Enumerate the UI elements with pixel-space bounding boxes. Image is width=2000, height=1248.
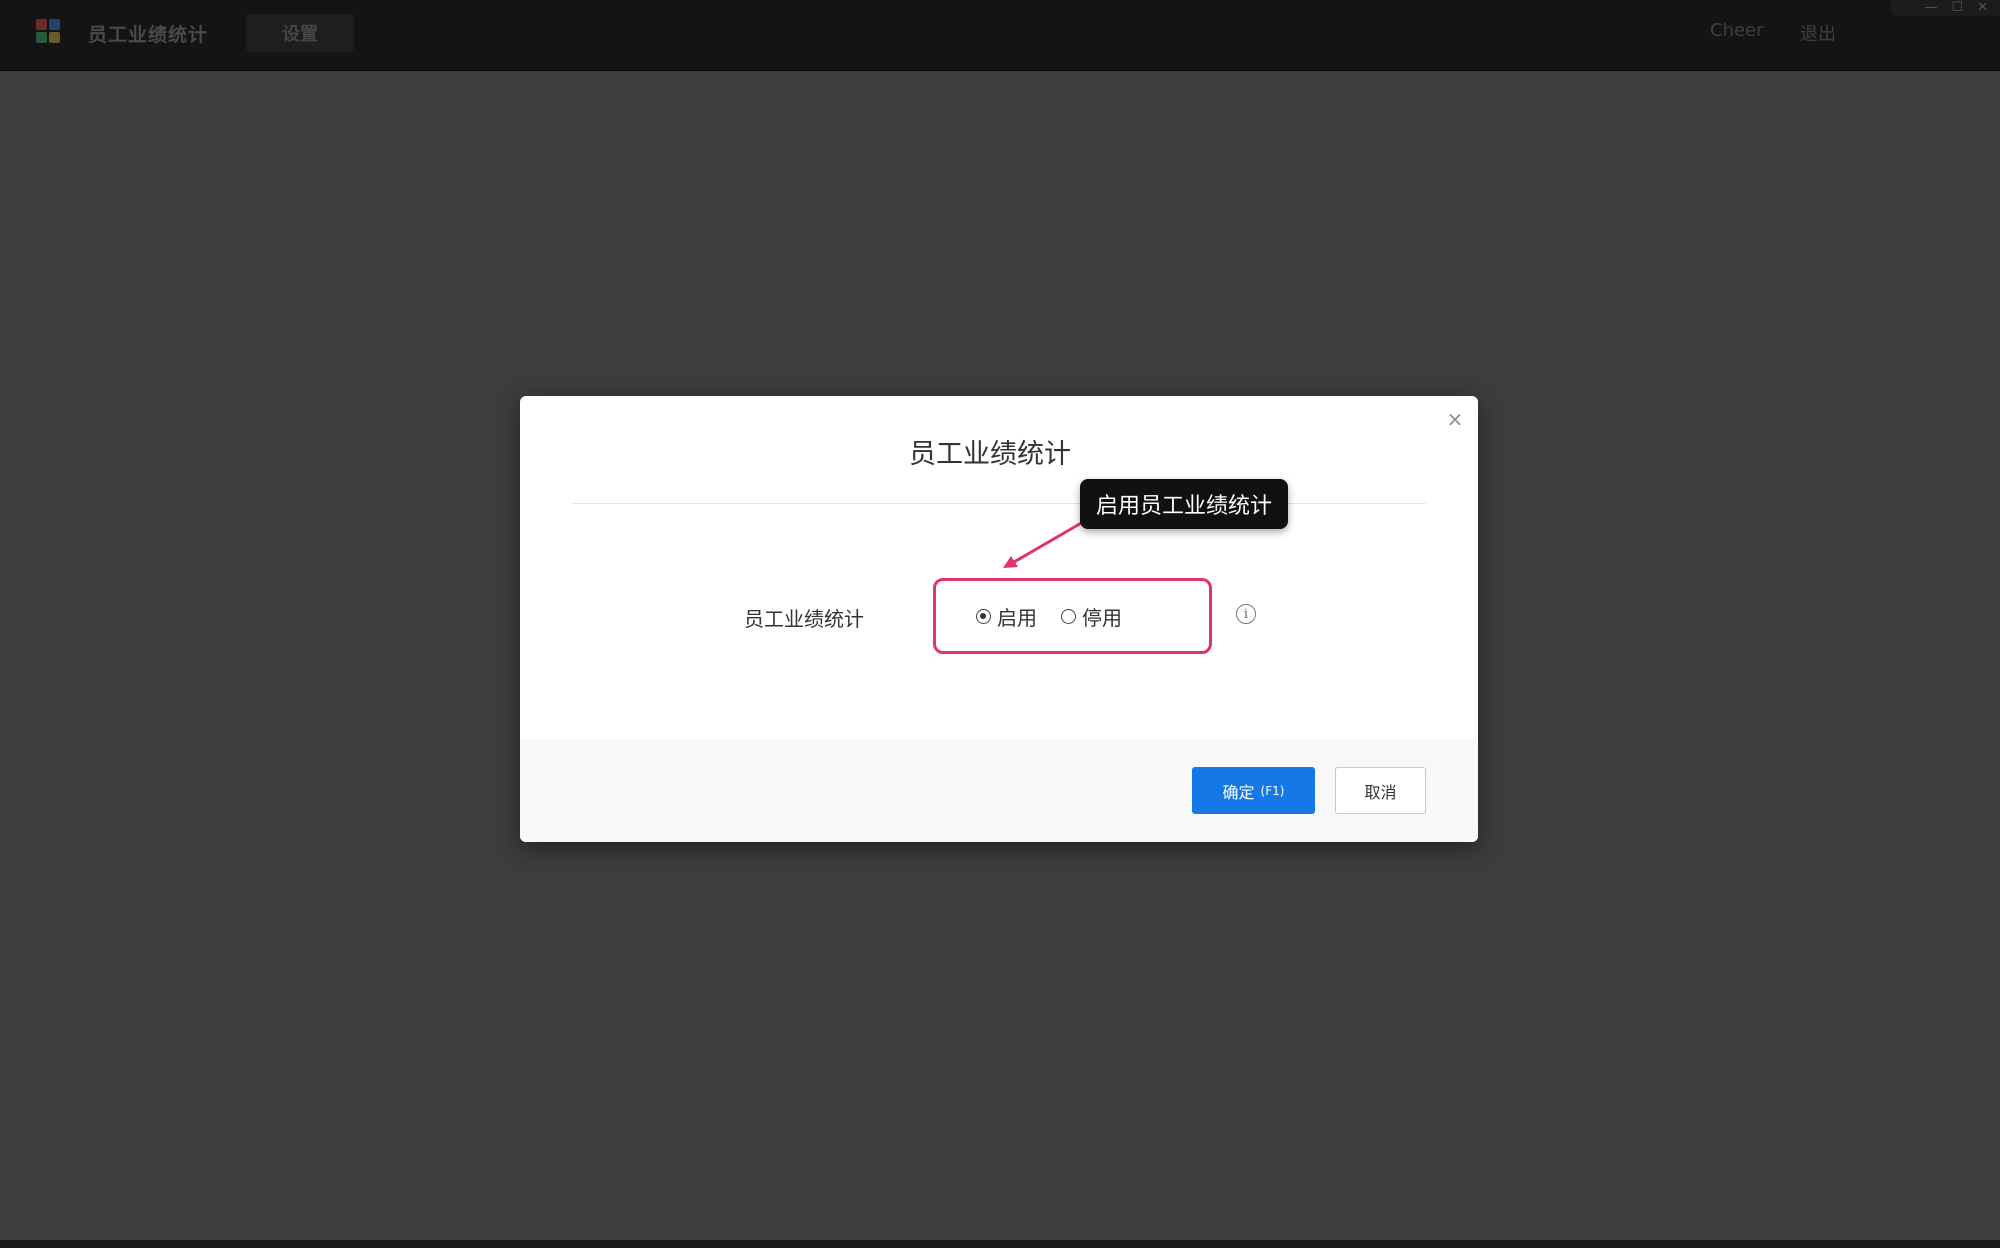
radio-disable[interactable]: 停用	[1061, 602, 1122, 631]
bottom-bar	[0, 1240, 2000, 1248]
settings-dialog: × 员工业绩统计 员工业绩统计 启用 停用 i 启用员工业绩统计 确定 (F1)…	[520, 396, 1478, 842]
top-bar: 员工业绩统计 设置 Cheer 退出 — ☐ ✕	[0, 0, 2000, 71]
info-icon[interactable]: i	[1236, 604, 1256, 624]
app-title: 员工业绩统计	[88, 24, 209, 46]
field-label: 员工业绩统计	[744, 607, 864, 631]
tooltip: 启用员工业绩统计	[1080, 479, 1289, 529]
divider	[572, 503, 1426, 504]
logout-link[interactable]: 退出	[1800, 20, 1836, 46]
radio-enable-label: 启用	[997, 606, 1037, 630]
maximize-icon[interactable]: ☐	[1951, 1, 1963, 15]
close-window-icon[interactable]: ✕	[1977, 1, 1988, 15]
ok-shortcut: (F1)	[1260, 783, 1285, 798]
ok-button-label: 确定	[1222, 782, 1255, 802]
radio-disable-label: 停用	[1082, 606, 1122, 630]
radio-enable[interactable]: 启用	[976, 602, 1037, 631]
user-name[interactable]: Cheer	[1710, 20, 1764, 41]
radio-checked-icon[interactable]	[976, 609, 991, 624]
tab-settings[interactable]: 设置	[246, 14, 354, 52]
minimize-icon[interactable]: —	[1924, 1, 1937, 15]
radio-unchecked-icon[interactable]	[1061, 609, 1076, 624]
window-controls: — ☐ ✕	[1890, 0, 2000, 16]
app-logo-icon	[36, 19, 60, 43]
close-icon[interactable]: ×	[1444, 407, 1466, 431]
dialog-title: 员工业绩统计	[909, 439, 1071, 470]
cancel-button[interactable]: 取消	[1335, 767, 1426, 814]
status-radio-group: 启用 停用	[976, 602, 1146, 631]
ok-button[interactable]: 确定 (F1)	[1192, 767, 1315, 814]
